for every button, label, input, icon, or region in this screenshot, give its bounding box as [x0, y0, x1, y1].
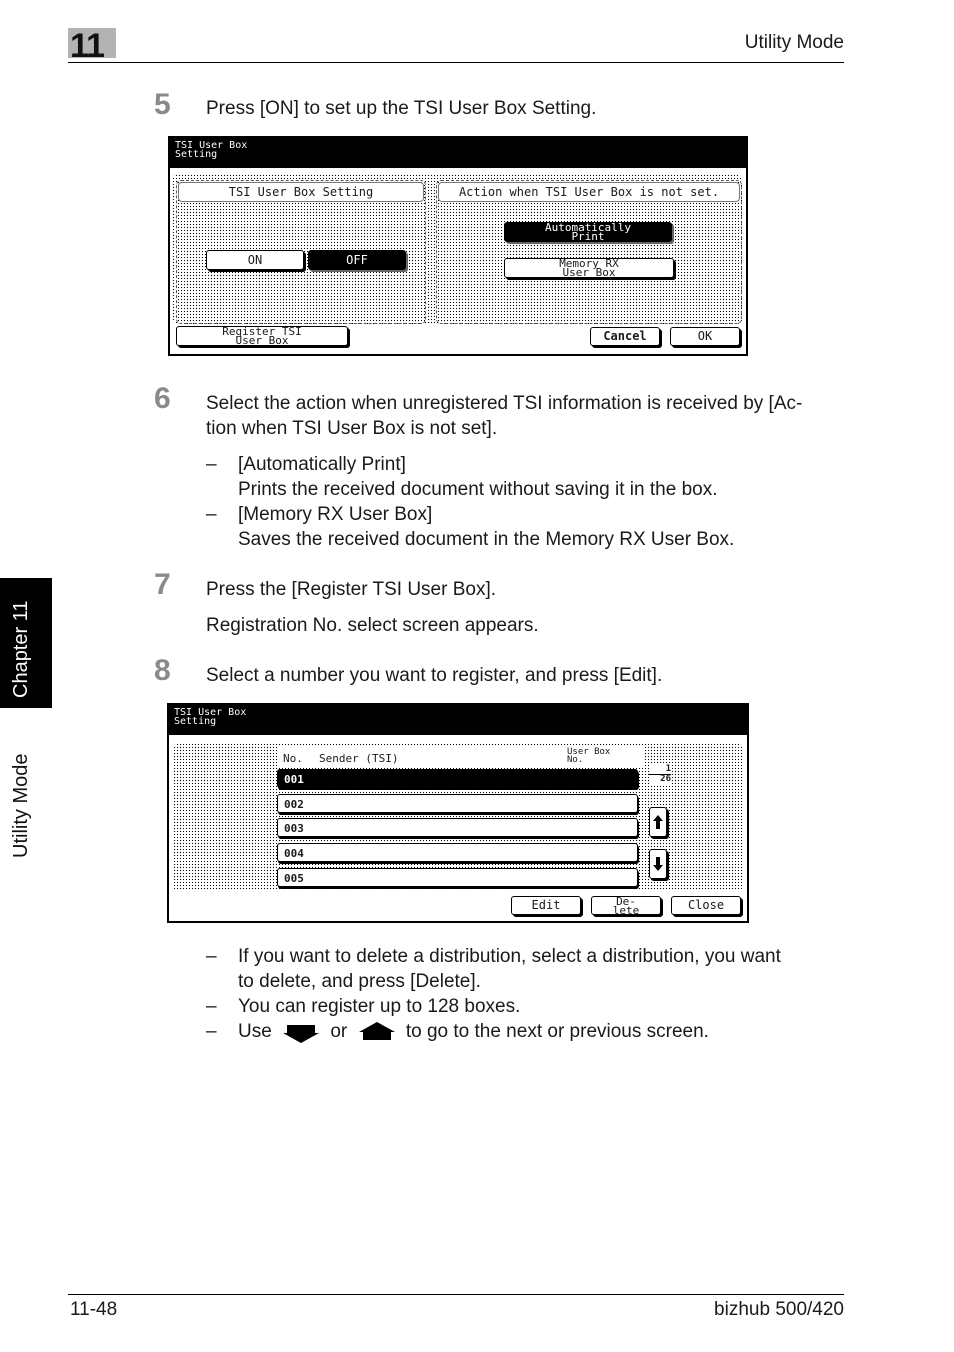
registration-list-screen: TSI User Box Setting No. Sender (TSI) Us…	[167, 703, 749, 923]
page-number: 11-48	[70, 1299, 118, 1320]
bullet-navigation: – Use or to go to the next or previous s…	[206, 1019, 709, 1044]
step-number-5: 5	[154, 88, 171, 121]
bullet-line-1: You can register up to 128 boxes.	[238, 996, 521, 1017]
scroll-up-button[interactable]	[649, 807, 667, 837]
off-button[interactable]: OFF	[308, 250, 406, 270]
step-8-text: Select a number you want to register, an…	[206, 665, 663, 686]
up-arrow-icon	[358, 1021, 395, 1040]
section-title: Utility Mode	[744, 32, 844, 53]
bullet-desc: Prints the received document without sav…	[238, 479, 718, 500]
column-user-box-no: User Box No.	[567, 747, 611, 765]
chapter-number: 11	[70, 27, 105, 65]
bullet-rest-text: to go to the next or previous screen.	[405, 1021, 709, 1042]
page-total: 26	[660, 774, 671, 784]
list-row[interactable]: 002	[277, 794, 638, 813]
step-number-6: 6	[154, 382, 171, 415]
bullet-dash: –	[206, 1021, 217, 1042]
list-row[interactable]: 005	[277, 868, 638, 887]
step-number-7: 7	[154, 568, 171, 601]
bullet-dash: –	[206, 454, 217, 475]
list-header: No. Sender (TSI) User Box No.	[277, 747, 643, 767]
cancel-button[interactable]: Cancel	[590, 327, 660, 346]
bullet-dash: –	[206, 504, 217, 525]
bullet-title: [Memory RX User Box]	[238, 504, 433, 525]
bullet-use-text: Use	[238, 1021, 272, 1042]
automatically-print-button[interactable]: Automatically Print	[504, 222, 672, 242]
page-indicator: 1 26	[649, 765, 671, 785]
header-rule	[68, 62, 844, 63]
bullet-desc: Saves the received document in the Memor…	[238, 529, 735, 550]
step-6-text: Select the action when unregistered TSI …	[206, 391, 802, 441]
step-6-line-2: tion when TSI User Box is not set].	[206, 418, 498, 439]
list-row[interactable]: 001	[277, 769, 638, 788]
ok-button[interactable]: OK	[670, 327, 740, 346]
bullet-delete-info: – If you want to delete a distribution, …	[206, 944, 781, 994]
bullet-dash: –	[206, 946, 217, 967]
close-button[interactable]: Close	[671, 896, 741, 915]
register-tsi-user-box-button[interactable]: Register TSI User Box	[176, 326, 348, 346]
bullet-line-1: If you want to delete a distribution, se…	[238, 946, 781, 967]
step-7-text: Press the [Register TSI User Box].	[206, 579, 497, 600]
step-number-8: 8	[154, 654, 171, 687]
footer-rule	[68, 1294, 844, 1295]
bullet-automatically-print: – [Automatically Print] Prints the recei…	[206, 452, 718, 502]
bullet-register-limit: – You can register up to 128 boxes.	[206, 994, 521, 1019]
side-section-label: Utility Mode	[10, 753, 32, 858]
step-7-subtext: Registration No. select screen appears.	[206, 615, 539, 636]
edit-button[interactable]: Edit	[511, 896, 581, 915]
screen-title: TSI User Box Setting	[169, 705, 747, 735]
bullet-line-2: to delete, and press [Delete].	[238, 971, 481, 992]
delete-button[interactable]: De- lete	[591, 896, 661, 916]
tsi-setting-screen: TSI User Box Setting TSI User Box Settin…	[168, 136, 748, 356]
down-arrow-icon	[653, 857, 663, 871]
column-no: No.	[283, 752, 303, 765]
bullet-or-text: or	[330, 1021, 348, 1042]
bullet-memory-rx: – [Memory RX User Box] Saves the receive…	[206, 502, 735, 552]
column-sender: Sender (TSI)	[319, 752, 399, 765]
list-row[interactable]: 003	[277, 818, 638, 837]
tsi-setting-heading: TSI User Box Setting	[178, 182, 424, 202]
step-6-line-1: Select the action when unregistered TSI …	[206, 393, 803, 414]
product-name: bizhub 500/420	[714, 1299, 844, 1320]
on-button[interactable]: ON	[206, 250, 304, 270]
side-chapter-tab: Chapter 11	[0, 578, 52, 708]
bullet-title: [Automatically Print]	[238, 454, 406, 475]
step-5-text: Press [ON] to set up the TSI User Box Se…	[206, 98, 597, 119]
memory-rx-user-box-button[interactable]: Memory RX User Box	[504, 258, 674, 278]
action-heading: Action when TSI User Box is not set.	[438, 182, 740, 202]
list-row[interactable]: 004	[277, 843, 638, 862]
bullet-dash: –	[206, 996, 217, 1017]
side-chapter-label: Chapter 11	[10, 600, 32, 698]
screen-title: TSI User Box Setting	[170, 138, 746, 168]
up-arrow-icon	[653, 815, 663, 829]
down-arrow-icon	[283, 1024, 320, 1043]
scroll-down-button[interactable]	[649, 849, 667, 879]
